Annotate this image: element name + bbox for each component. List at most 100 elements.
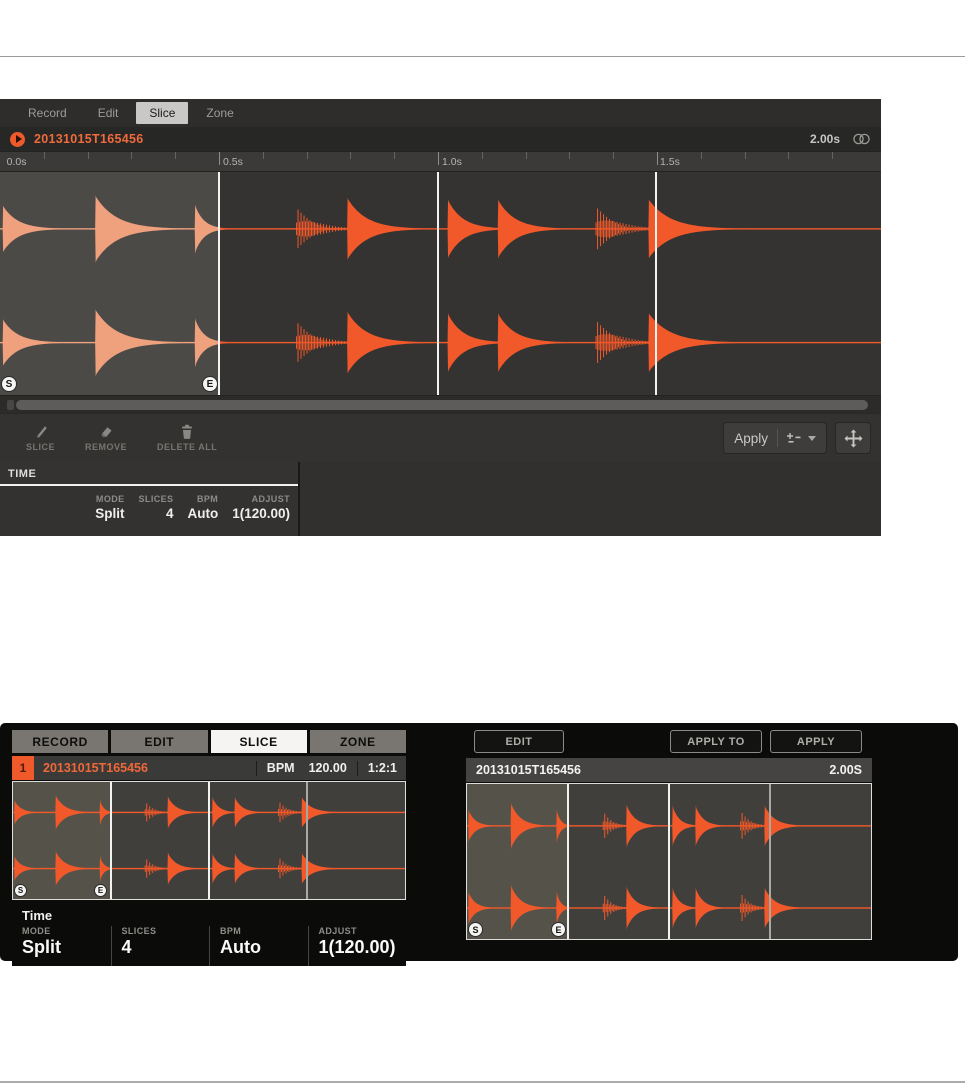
ruler-tick xyxy=(788,152,790,159)
remove-tool-button[interactable]: REMOVE xyxy=(85,424,127,452)
hardware-controller-displays: RECORD EDIT SLICE ZONE 1 20131015T165456… xyxy=(0,723,958,966)
time-section-empty-area xyxy=(300,462,881,536)
hw-right-sample-name: 20131015T165456 xyxy=(476,763,581,777)
pan-mode-button[interactable] xyxy=(835,422,871,454)
ruler-tick xyxy=(613,152,615,159)
param-bpm-label: BPM xyxy=(197,494,219,504)
ruler-tick xyxy=(43,152,45,159)
ruler-tick xyxy=(744,152,746,159)
slice-divider[interactable] xyxy=(437,172,440,395)
param-slices-label: SLICES xyxy=(138,494,174,504)
tab-edit[interactable]: Edit xyxy=(85,102,132,124)
slice-divider[interactable] xyxy=(769,784,771,939)
hw-apply-to-button[interactable]: APPLY TO xyxy=(670,730,762,753)
time-parameter-section: TIME MODE Split SLICES 4 BPM Auto ADJUST… xyxy=(0,462,881,536)
editor-tabbar: Record Edit Slice Zone xyxy=(0,99,881,127)
param-bpm: BPM Auto xyxy=(187,486,218,536)
timeline-ruler: 0.0s 0.5s 1.0s 1.5s xyxy=(0,151,881,171)
ruler-label: 1.0s xyxy=(442,156,462,168)
tab-zone[interactable]: Zone xyxy=(193,102,246,124)
ruler-tick xyxy=(438,152,440,165)
apply-separator xyxy=(777,429,778,447)
waveform-display[interactable]: SE xyxy=(0,171,881,395)
hw-edit-button[interactable]: EDIT xyxy=(474,730,564,753)
slice-end-marker[interactable]: E xyxy=(95,885,106,896)
slice-divider[interactable] xyxy=(218,172,221,395)
move-icon xyxy=(844,429,862,447)
slice-divider[interactable] xyxy=(567,784,569,939)
ruler-label: 0.5s xyxy=(223,156,243,168)
apply-button[interactable]: Apply xyxy=(723,422,827,454)
slice-end-marker[interactable]: E xyxy=(203,377,218,391)
waveform-scrollbar[interactable] xyxy=(0,395,881,413)
hw-param-slices: SLICES 4 xyxy=(110,926,210,966)
slice-divider[interactable] xyxy=(668,784,670,939)
hw-param-slices-value[interactable]: 4 xyxy=(122,937,210,958)
tab-slice[interactable]: Slice xyxy=(136,102,189,124)
bottom-divider xyxy=(0,1081,965,1083)
param-adjust-label: ADJUST xyxy=(251,494,290,504)
param-slices-value[interactable]: 4 xyxy=(166,506,174,521)
param-mode-value[interactable]: Split xyxy=(95,506,124,521)
hw-left-waveform[interactable]: SE xyxy=(12,781,406,900)
scrollbar-thumb[interactable] xyxy=(16,400,868,410)
hw-param-mode: MODE Split xyxy=(12,926,111,966)
hw-tab-edit[interactable]: EDIT xyxy=(111,730,208,753)
apply-dropdown-caret[interactable] xyxy=(808,435,816,441)
slice-start-marker[interactable]: S xyxy=(15,885,26,896)
play-button[interactable] xyxy=(10,131,25,147)
hw-sample-name: 20131015T165456 xyxy=(43,761,148,775)
slice-divider[interactable] xyxy=(306,782,308,899)
param-mode: MODE Split xyxy=(95,486,124,536)
tab-record[interactable]: Record xyxy=(15,102,80,124)
param-bpm-value[interactable]: Auto xyxy=(187,506,218,521)
param-adjust: ADJUST 1(120.00) xyxy=(232,486,290,536)
slice-start-marker[interactable]: S xyxy=(469,923,482,936)
delete-all-label: DELETE ALL xyxy=(157,442,218,452)
param-adjust-value[interactable]: 1(120.00) xyxy=(232,506,290,521)
hw-param-adjust-value[interactable]: 1(120.00) xyxy=(319,937,407,958)
slice-tool-button[interactable]: SLICE xyxy=(26,424,55,452)
slice-divider[interactable] xyxy=(208,782,210,899)
sample-duration: 2.00s xyxy=(809,132,840,146)
hw-param-adjust-label: ADJUST xyxy=(318,926,357,936)
pad-number-badge: 1 xyxy=(12,756,34,780)
slice-end-marker[interactable]: E xyxy=(552,923,565,936)
ruler-tick xyxy=(569,152,571,159)
hw-tab-record[interactable]: RECORD xyxy=(12,730,109,753)
waveform-canvas[interactable] xyxy=(0,172,881,395)
slice-divider[interactable] xyxy=(110,782,112,899)
ruler-tick xyxy=(262,152,264,159)
ruler-tick xyxy=(394,152,396,159)
hw-song-position: 1:2:1 xyxy=(367,761,397,775)
hw-param-mode-value[interactable]: Split xyxy=(22,937,111,958)
hw-param-bpm-value[interactable]: Auto xyxy=(220,937,308,958)
slice-start-marker[interactable]: S xyxy=(2,377,16,391)
hw-tab-zone[interactable]: ZONE xyxy=(309,730,406,753)
hw-param-mode-label: MODE xyxy=(22,926,51,936)
ruler-tick xyxy=(87,152,89,159)
delete-all-button[interactable]: DELETE ALL xyxy=(157,424,217,452)
hw-footer-header: Time xyxy=(22,908,53,923)
hw-apply-button[interactable]: APPLY xyxy=(770,730,862,753)
ruler-label: 1.5s xyxy=(659,156,680,168)
eraser-icon xyxy=(101,427,112,438)
scrollbar-left-cap[interactable] xyxy=(7,400,14,410)
param-mode-label: MODE xyxy=(95,494,125,504)
slice-divider[interactable] xyxy=(654,172,657,395)
top-divider xyxy=(0,56,965,57)
ruler-tick xyxy=(481,152,483,159)
hw-tab-slice[interactable]: SLICE xyxy=(210,730,307,753)
hw-right-waveform[interactable]: SE xyxy=(466,783,872,940)
hw-right-duration: 2.00S xyxy=(829,763,862,777)
sample-title-bar: 20131015T165456 2.00s xyxy=(0,127,881,151)
ruler-tick xyxy=(350,152,352,159)
ruler-tick xyxy=(525,152,527,159)
hw-bpm-value: 120.00 xyxy=(308,761,347,775)
play-icon xyxy=(15,135,22,143)
hw-right-info-bar: 20131015T165456 2.00S xyxy=(466,758,872,782)
ruler-tick xyxy=(306,152,308,159)
remove-tool-label: REMOVE xyxy=(85,442,128,452)
time-group-header: TIME xyxy=(0,462,298,486)
sample-editor-panel: Record Edit Slice Zone 20131015T165456 2… xyxy=(0,99,881,536)
